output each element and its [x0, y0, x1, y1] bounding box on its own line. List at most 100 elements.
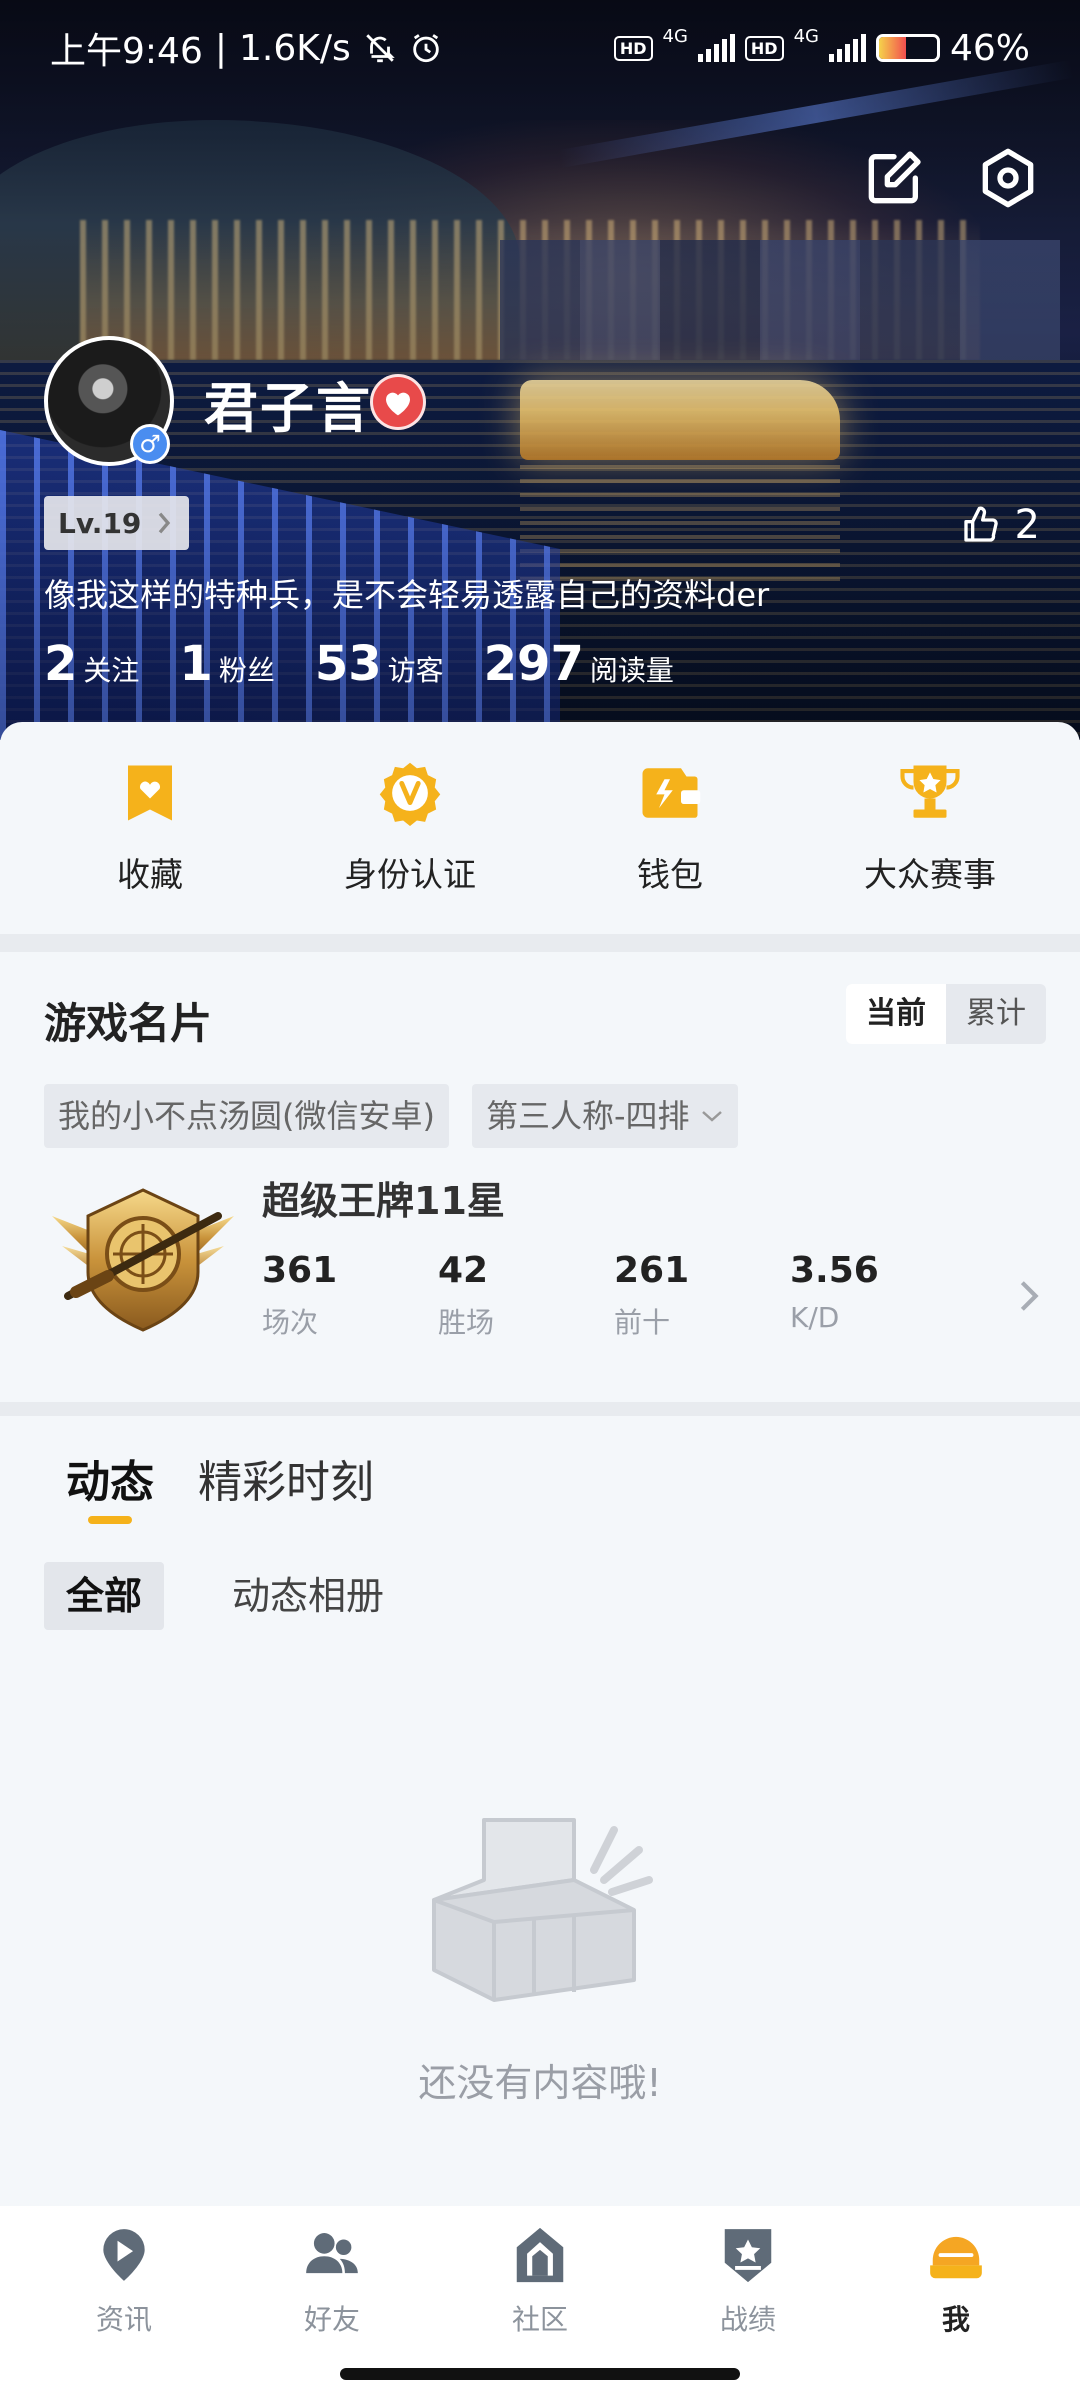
- helmet-icon: [930, 2236, 982, 2279]
- game-card: 游戏名片 当前 累计 我的小不点汤圆(微信安卓) 第三人称-四排 超级王牌11星…: [0, 952, 1080, 1402]
- stat-visitors[interactable]: 53 访客: [315, 636, 444, 692]
- section-divider: [0, 1402, 1080, 1416]
- status-separator: |: [214, 27, 227, 69]
- nav-label: 资讯: [95, 2303, 152, 2336]
- feed-section: 动态 精彩时刻 全部 动态相册 还没有内容哦!: [0, 1416, 1080, 2206]
- shortcut-label: 收藏: [117, 855, 183, 894]
- toggle-cumulative[interactable]: 累计: [946, 984, 1046, 1044]
- stat-label: 访客: [387, 654, 444, 687]
- battery-icon: [875, 34, 940, 62]
- shortcut-events[interactable]: 大众赛事: [815, 760, 1045, 896]
- stat-label: K/D: [790, 1301, 840, 1334]
- news-play-icon: [103, 2229, 145, 2281]
- nickname: 君子言: [204, 377, 372, 440]
- network-type-1: 4G: [662, 25, 688, 47]
- shortcut-label: 大众赛事: [864, 855, 996, 894]
- heart-badge-icon[interactable]: [370, 374, 426, 430]
- alarm-icon: [412, 34, 439, 63]
- shortcut-bar: 收藏 身份认证 钱包 大众赛事: [0, 722, 1080, 934]
- stat-number: 1: [179, 636, 213, 692]
- active-tab-indicator: [88, 1516, 132, 1524]
- shortcut-label: 钱包: [637, 855, 703, 894]
- mode-selector[interactable]: 第三人称-四排: [472, 1084, 738, 1148]
- rank-title: 超级王牌11星: [262, 1179, 505, 1223]
- level-badge[interactable]: Lv.19: [44, 496, 190, 550]
- community-house-icon: [516, 2227, 564, 2283]
- nav-label: 战绩: [719, 2303, 776, 2336]
- bookmark-icon: [128, 765, 172, 821]
- friends-icon: [306, 2233, 358, 2274]
- stat-followers[interactable]: 1 粉丝: [179, 636, 274, 692]
- hd-badge-1: HD: [613, 35, 653, 61]
- shortcut-favorites[interactable]: 收藏: [35, 760, 265, 896]
- stat-label: 前十: [614, 1306, 671, 1339]
- record-shield-icon: [724, 2229, 772, 2283]
- stat-label: 阅读量: [589, 654, 674, 687]
- stat-number: 2: [44, 636, 78, 692]
- settings-icon[interactable]: [976, 146, 1040, 210]
- game-card-title: 游戏名片: [44, 999, 213, 1048]
- stat-kd: 3.56 K/D: [790, 1250, 940, 1334]
- hd-badge-2: HD: [744, 35, 784, 61]
- gender-male-icon: ♂: [130, 424, 170, 464]
- rank-emblem-icon: [52, 1188, 234, 1332]
- stat-label: 场次: [262, 1306, 319, 1339]
- chevron-right-icon[interactable]: [1014, 1276, 1044, 1316]
- stat-value: 3.56: [790, 1250, 879, 1291]
- nav-label: 我: [941, 2303, 970, 2336]
- stat-number: 53: [314, 636, 382, 692]
- chevron-down-icon: [701, 1111, 722, 1122]
- stat-label: 胜场: [438, 1306, 495, 1339]
- stat-label: 关注: [83, 654, 140, 687]
- stat-top10: 261 前十: [614, 1250, 764, 1341]
- shortcut-label: 身份认证: [344, 855, 476, 894]
- subtab-all[interactable]: 全部: [44, 1562, 165, 1630]
- stat-value: 42: [438, 1250, 489, 1291]
- stat-reads[interactable]: 297 阅读量: [484, 636, 674, 692]
- chevron-right-icon: [159, 512, 171, 534]
- signal-bars-1-icon: [697, 34, 735, 62]
- bio-text: 像我这样的特种兵，是不会轻易透露自己的资料der: [44, 576, 770, 614]
- trophy-icon: [900, 765, 960, 818]
- wallet-icon: [642, 768, 701, 818]
- shortcut-wallet[interactable]: 钱包: [555, 760, 785, 896]
- tab-dynamics[interactable]: 动态: [66, 1446, 154, 1510]
- status-time: 上午9:46: [50, 31, 203, 72]
- mode-name: 第三人称-四排: [486, 1097, 690, 1135]
- nav-me[interactable]: 我: [876, 2224, 1036, 2400]
- nav-news[interactable]: 资讯: [44, 2224, 204, 2400]
- empty-box-icon: [432, 1818, 653, 2002]
- edit-icon[interactable]: [862, 146, 926, 210]
- stat-number: 297: [483, 636, 584, 692]
- empty-state-text: 还没有内容哦!: [418, 2061, 662, 2105]
- bell-off-icon: [365, 34, 395, 63]
- stat-label: 粉丝: [218, 654, 275, 687]
- section-divider: [0, 934, 1080, 952]
- stat-following[interactable]: 2 关注: [44, 636, 139, 692]
- nav-label: 社区: [511, 2303, 568, 2336]
- tab-highlights[interactable]: 精彩时刻: [198, 1446, 374, 1510]
- account-name: 我的小不点汤圆(微信安卓): [58, 1097, 435, 1135]
- header-actions: [862, 146, 1040, 210]
- shortcut-verification[interactable]: 身份认证: [295, 760, 525, 896]
- likes-count: 2: [1014, 502, 1040, 548]
- status-net-speed: 1.6K/s: [238, 27, 351, 69]
- signal-bars-2-icon: [828, 34, 866, 62]
- likes-button[interactable]: 2: [961, 502, 1040, 548]
- profile-stats: 2 关注 1 粉丝 53 访客 297 阅读量: [44, 636, 674, 692]
- home-indicator[interactable]: [340, 2368, 740, 2380]
- stat-value: 261: [614, 1250, 690, 1291]
- network-type-2: 4G: [793, 25, 819, 47]
- stat-value: 361: [262, 1250, 338, 1291]
- nav-label: 好友: [303, 2303, 360, 2336]
- level-text: Lv.19: [58, 506, 142, 540]
- status-bar: 上午9:46 | 1.6K/s HD 4G HD 4G 46%: [0, 0, 1080, 96]
- subtab-album[interactable]: 动态相册: [210, 1562, 406, 1630]
- stats-range-toggle: 当前 累计: [846, 984, 1046, 1044]
- stat-matches: 361 场次: [262, 1250, 412, 1341]
- stat-wins: 42 胜场: [438, 1250, 588, 1341]
- toggle-current[interactable]: 当前: [846, 984, 946, 1044]
- verify-v-icon: [379, 762, 441, 826]
- account-selector[interactable]: 我的小不点汤圆(微信安卓): [44, 1084, 449, 1148]
- thumbs-up-icon: [963, 506, 998, 542]
